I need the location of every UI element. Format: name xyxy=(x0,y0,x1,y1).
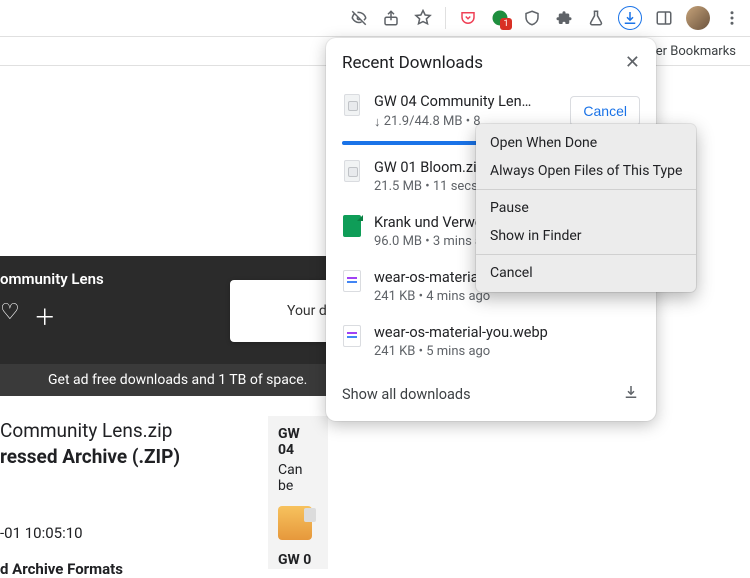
page-file-title-l1: Community Lens.zip xyxy=(0,419,172,442)
ctx-pause[interactable]: Pause xyxy=(476,194,696,222)
shield-icon[interactable] xyxy=(522,8,542,28)
toolbar-separator xyxy=(445,7,446,29)
ctx-show-in-finder[interactable]: Show in Finder xyxy=(476,222,696,250)
zip-icon xyxy=(278,506,312,540)
profile-avatar[interactable] xyxy=(686,6,710,30)
heart-icon[interactable]: ♡ xyxy=(0,300,20,332)
download-name: GW 04 Community Lens.... xyxy=(374,93,534,110)
download-name: wear-os-material-you.webp xyxy=(374,324,640,341)
plus-icon[interactable]: ＋ xyxy=(34,300,56,332)
cancel-button[interactable]: Cancel xyxy=(570,96,640,126)
ctx-separator xyxy=(476,189,696,190)
file-zip-icon xyxy=(342,93,362,117)
downloads-header: Recent Downloads ✕ xyxy=(326,38,656,83)
download-body: wear-os-material-you.webp 241 KB • 5 min… xyxy=(374,324,640,359)
ctx-always-open-type[interactable]: Always Open Files of This Type xyxy=(476,157,696,185)
share-icon[interactable] xyxy=(381,8,401,28)
page-file-title-l2: ressed Archive (.ZIP) xyxy=(0,445,180,468)
extensions-puzzle-icon[interactable] xyxy=(554,8,574,28)
side-panel-icon[interactable] xyxy=(654,8,674,28)
labs-flask-icon[interactable] xyxy=(586,8,606,28)
show-all-downloads-link[interactable]: Show all downloads xyxy=(342,386,471,403)
close-icon[interactable]: ✕ xyxy=(625,52,640,73)
ctx-open-when-done[interactable]: Open When Done xyxy=(476,129,696,157)
notification-badge: 1 xyxy=(500,18,512,30)
page-ad-banner[interactable]: Get ad free downloads and 1 TB of space. xyxy=(0,364,330,396)
page-related-title: GW 04 xyxy=(278,426,318,458)
page-timestamp: -01 10:05:10 xyxy=(0,524,83,542)
other-bookmarks-label[interactable]: ther Bookmarks xyxy=(644,44,736,59)
ctx-cancel[interactable]: Cancel xyxy=(476,259,696,287)
download-sub-text: 21.9/44.8 MB • 8 xyxy=(384,114,481,129)
pocket-icon[interactable] xyxy=(458,8,478,28)
star-icon[interactable] xyxy=(413,8,433,28)
file-image-icon xyxy=(342,324,362,348)
ctx-separator xyxy=(476,254,696,255)
downloads-footer: Show all downloads xyxy=(326,369,656,415)
file-document-icon xyxy=(342,214,362,238)
downloads-title: Recent Downloads xyxy=(342,53,483,73)
downloads-icon[interactable] xyxy=(618,6,642,30)
page-related-card: GW 04 Can be xyxy=(268,416,328,550)
extension-green-icon[interactable]: 1 xyxy=(490,8,510,28)
more-menu-icon[interactable] xyxy=(722,8,742,28)
visibility-off-icon[interactable] xyxy=(349,8,369,28)
file-zip-icon xyxy=(342,159,362,183)
page-file-title: Community Lens.zip ressed Archive (.ZIP) xyxy=(0,418,180,469)
download-progress-bar xyxy=(342,141,488,145)
open-downloads-folder-icon[interactable] xyxy=(622,383,640,405)
download-sub: 241 KB • 5 mins ago xyxy=(374,344,640,359)
download-item[interactable]: wear-os-material-you.webp 241 KB • 5 min… xyxy=(326,314,656,369)
page-heading-2: d Archive Formats xyxy=(0,560,123,578)
download-context-menu: Open When Done Always Open Files of This… xyxy=(476,124,696,292)
page-related-sub: Can be xyxy=(278,462,318,494)
page-related-card-2: GW 0 xyxy=(268,548,328,569)
file-image-icon xyxy=(342,269,362,293)
browser-toolbar: 1 xyxy=(0,0,750,36)
